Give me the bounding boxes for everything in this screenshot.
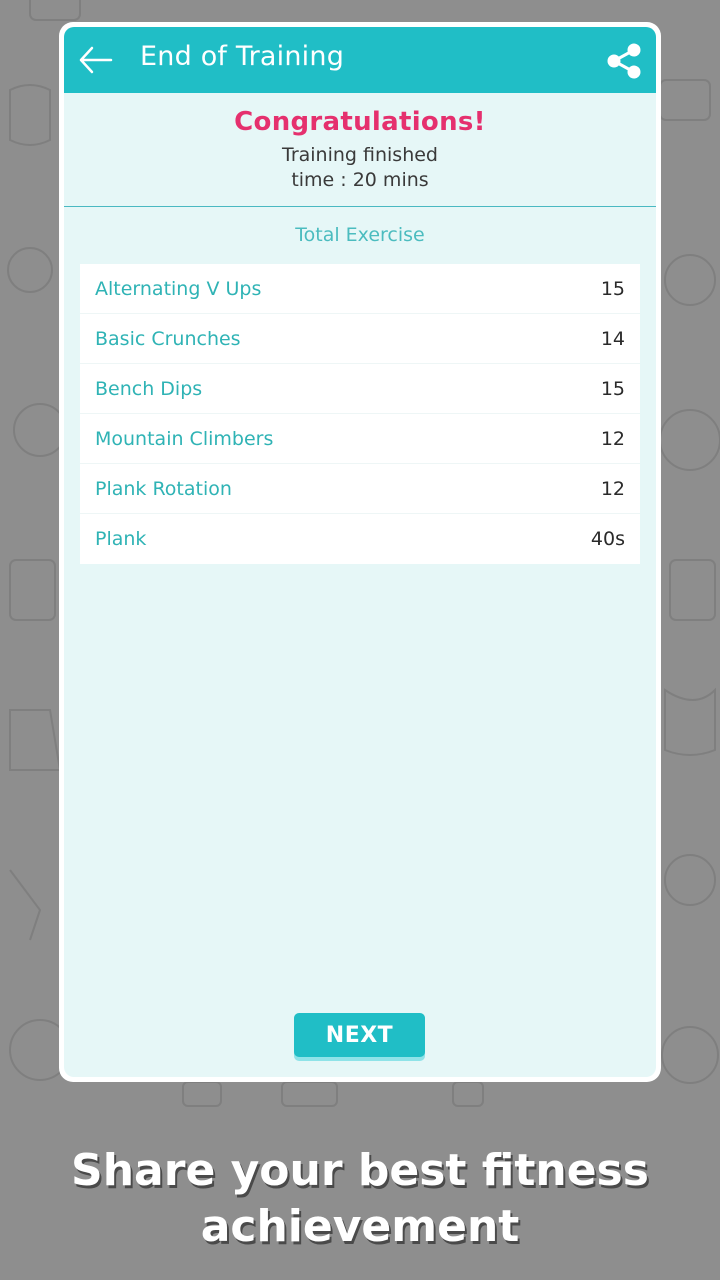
promo-line-2: achievement — [200, 1201, 520, 1252]
share-button[interactable] — [606, 43, 642, 79]
arrow-left-icon — [79, 46, 113, 74]
section-divider — [64, 206, 656, 207]
exercise-row: Basic Crunches 14 — [80, 314, 640, 364]
congratulations-heading: Congratulations! — [234, 107, 486, 137]
exercise-name: Basic Crunches — [95, 327, 241, 350]
exercise-name: Bench Dips — [95, 377, 203, 400]
promo-caption: Share your best fitness achievement — [0, 1143, 720, 1255]
promo-line-1: Share your best fitness — [71, 1145, 649, 1196]
exercise-name: Mountain Climbers — [95, 427, 274, 450]
exercise-list: Alternating V Ups 15 Basic Crunches 14 B… — [80, 264, 640, 564]
next-button[interactable]: NEXT — [294, 1013, 425, 1057]
card-content: End of Training Congratulations! Trainin… — [64, 27, 656, 1077]
exercise-count: 15 — [600, 277, 625, 300]
exercise-count: 12 — [600, 427, 625, 450]
exercise-row: Alternating V Ups 15 — [80, 264, 640, 314]
exercise-row: Mountain Climbers 12 — [80, 414, 640, 464]
total-exercise-heading: Total Exercise — [295, 224, 425, 246]
exercise-row: Plank Rotation 12 — [80, 464, 640, 514]
exercise-row: Bench Dips 15 — [80, 364, 640, 414]
training-finished-text: Training finished — [282, 144, 438, 166]
exercise-row: Plank 40s — [80, 514, 640, 564]
exercise-count: 15 — [600, 377, 625, 400]
training-status: Training finished time : 20 mins — [64, 143, 656, 193]
exercise-count: 12 — [600, 477, 625, 500]
exercise-count: 40s — [590, 528, 625, 550]
exercise-name: Alternating V Ups — [95, 277, 262, 300]
exercise-count: 14 — [600, 327, 625, 350]
exercise-name: Plank — [95, 528, 147, 550]
app-bar: End of Training — [64, 27, 656, 93]
training-summary-card: End of Training Congratulations! Trainin… — [59, 22, 661, 1082]
share-icon — [607, 43, 641, 79]
training-time-text: time : 20 mins — [291, 169, 429, 191]
page-title: End of Training — [140, 41, 345, 72]
exercise-name: Plank Rotation — [95, 477, 232, 500]
back-button[interactable] — [78, 43, 114, 77]
